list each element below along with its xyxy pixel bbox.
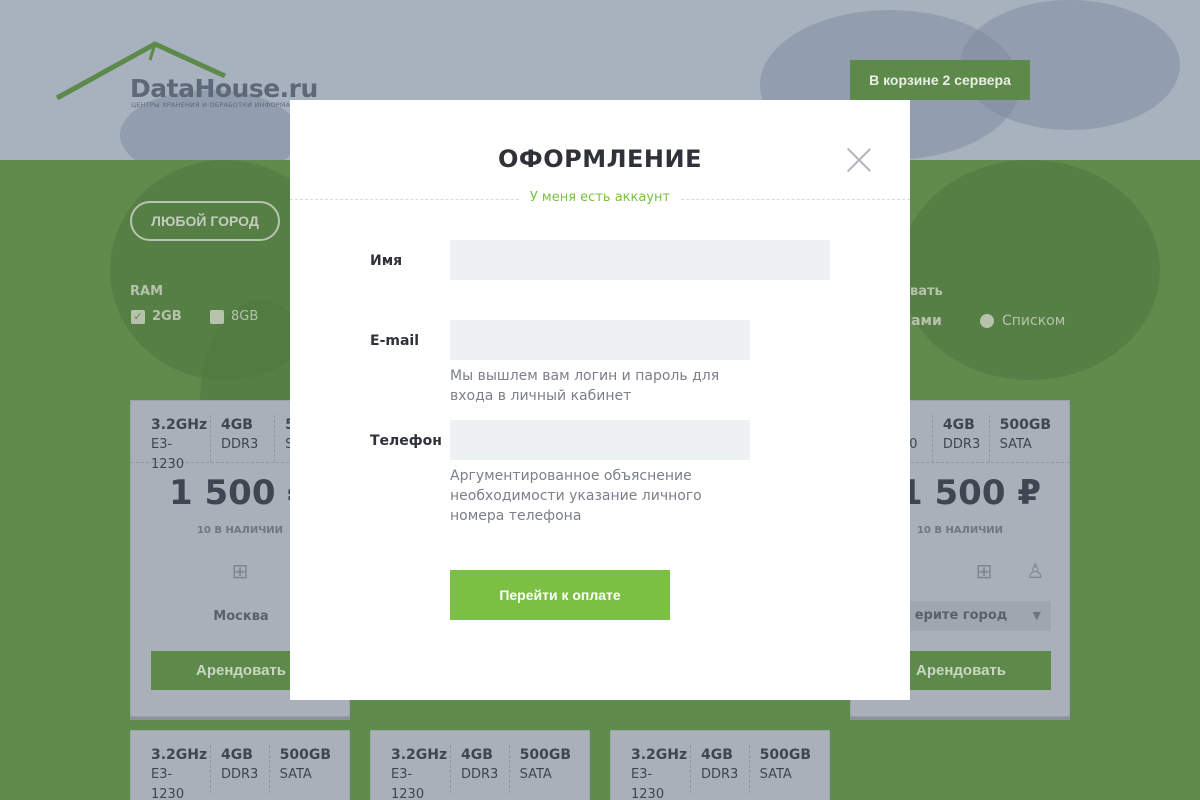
ram-option-label: 2GB <box>152 309 182 324</box>
checkout-modal: Оформление У меня есть аккаунт Имя E-mai… <box>290 100 910 700</box>
phone-field[interactable] <box>450 420 750 460</box>
ram-option-2gb[interactable]: ✓ 2GB <box>131 309 182 324</box>
have-account-link[interactable]: У меня есть аккаунт <box>520 190 680 205</box>
server-card: 3.2GHz E3-1230 4GB DDR3 500GB SATA <box>370 730 590 800</box>
windows-icon[interactable]: ⊞ <box>232 559 249 583</box>
spec-cpu: 3.2GHz E3-1230 <box>631 745 691 800</box>
spec-ram: 4GB DDR3 <box>943 415 990 462</box>
email-label: E-mail <box>370 333 420 349</box>
radio-icon <box>980 314 994 328</box>
view-option-list[interactable]: Списком <box>980 313 1065 329</box>
spec-disk: 500GB SATA <box>999 417 1051 452</box>
spec-ram: 4GB DDR3 <box>221 745 270 793</box>
linux-icon[interactable]: ♙ <box>1026 559 1044 583</box>
checkbox-checked-icon: ✓ <box>131 309 145 324</box>
name-field[interactable] <box>450 240 830 280</box>
spec-cpu: 3.2GHz E3-1230 <box>151 745 211 800</box>
email-field[interactable] <box>450 320 750 360</box>
windows-icon[interactable]: ⊞ <box>976 559 993 583</box>
spec-disk: 500GB SATA <box>279 747 331 782</box>
spec-ram: 4GB DDR3 <box>221 415 276 462</box>
phone-hint: Аргументированное объяснение необходимос… <box>450 468 702 524</box>
proceed-to-payment-button[interactable]: Перейти к оплате <box>450 570 670 620</box>
spec-cpu: 3.2GHz E3-1230 <box>151 415 211 472</box>
spec-ram: 4GB DDR3 <box>461 745 510 793</box>
city-select-value: ерите город <box>914 608 1008 623</box>
ram-option-8gb[interactable]: 8GB <box>210 309 258 324</box>
logo-text: DataHouse.ru <box>130 74 318 103</box>
close-icon[interactable] <box>846 147 872 173</box>
any-city-button[interactable]: Любой город <box>130 201 280 241</box>
server-specs: 3.2GHz E3-1230 4GB DDR3 500GB SATA <box>131 731 349 800</box>
ram-option-label: 8GB <box>231 309 259 324</box>
view-mode-label: вать <box>910 284 943 299</box>
logo-tagline: Центры хранения и обработки информации <box>131 101 306 109</box>
phone-label: Телефон <box>370 433 442 449</box>
server-card: 3.2GHz E3-1230 4GB DDR3 500GB SATA <box>130 730 350 800</box>
modal-title: Оформление <box>498 145 702 173</box>
server-specs: 3.2GHz E3-1230 4GB DDR3 500GB SATA <box>371 731 589 800</box>
name-label: Имя <box>370 253 403 269</box>
spec-disk: 500GB SATA <box>519 747 571 782</box>
cart-button[interactable]: В корзине 2 сервера <box>850 60 1030 100</box>
spec-ram: 4GB DDR3 <box>701 745 750 793</box>
email-hint: Мы вышлем вам логин и пароль для входа в… <box>450 368 720 404</box>
chevron-down-icon: ▼ <box>1032 609 1041 622</box>
spec-cpu: 3.2GHz E3-1230 <box>391 745 451 800</box>
view-option-label: Списком <box>1002 313 1066 329</box>
server-card: 3.2GHz E3-1230 4GB DDR3 500GB SATA <box>610 730 830 800</box>
server-specs: 3.2GHz E3-1230 4GB DDR3 500GB SATA <box>611 731 829 800</box>
world-map-shape <box>900 160 1160 380</box>
spec-disk: 500GB SATA <box>759 747 811 782</box>
ram-filter-label: RAM <box>130 284 164 299</box>
checkbox-unchecked-icon <box>210 309 224 324</box>
